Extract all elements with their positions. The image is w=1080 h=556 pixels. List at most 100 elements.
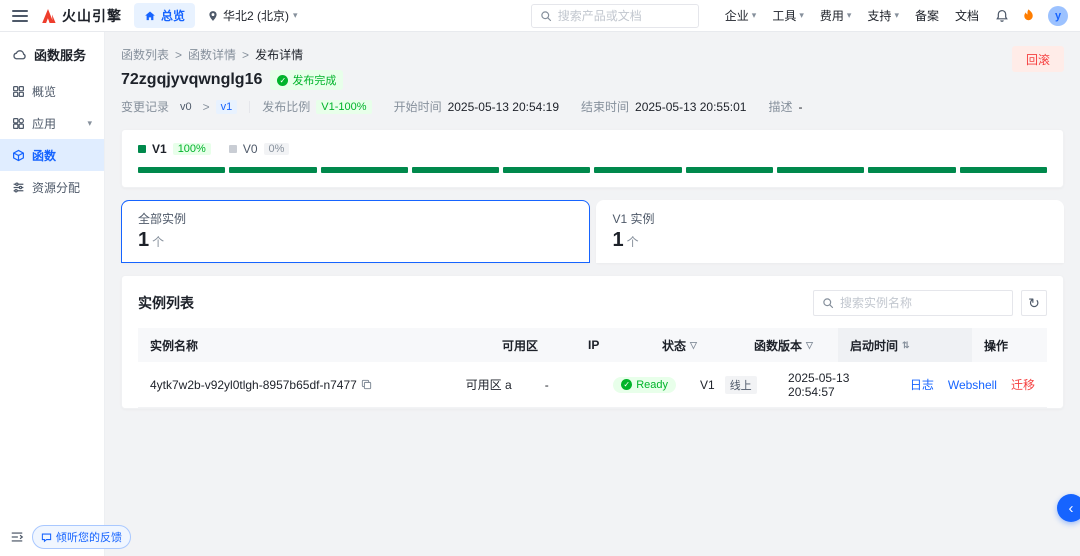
legend-v1-label: V1 bbox=[152, 142, 167, 156]
instance-name: 4ytk7w2b-v92yl0tlgh-8957b65df-n7477 bbox=[150, 377, 357, 392]
legend-v1-swatch bbox=[138, 145, 146, 153]
sidebar-item-functions[interactable]: 函数 bbox=[0, 139, 104, 171]
divider bbox=[249, 100, 251, 113]
filter-icon[interactable]: ▽ bbox=[690, 340, 697, 351]
webshell-link[interactable]: Webshell bbox=[948, 378, 997, 392]
column-actions: 操作 bbox=[984, 338, 1009, 353]
breadcrumb-function-list[interactable]: 函数列表 bbox=[121, 46, 169, 63]
instance-table: 实例名称 可用区 IP 状态 ▽ 函数版本 ▽ 启动时间 ⇅ 操作 4ytk7w… bbox=[138, 328, 1047, 408]
overview-icon bbox=[13, 85, 24, 97]
column-name: 实例名称 bbox=[150, 338, 199, 353]
tab-v1-instances-count: 1个 bbox=[613, 229, 1048, 252]
menu-beian-label: 备案 bbox=[914, 9, 939, 23]
legend-v0: V0 0% bbox=[228, 142, 290, 156]
cell-zone: 可用区 a bbox=[465, 378, 512, 392]
refresh-button[interactable]: ↻ bbox=[1021, 290, 1047, 316]
sidebar-item-overview[interactable]: 概览 bbox=[0, 75, 104, 107]
column-version[interactable]: 函数版本 ▽ bbox=[742, 337, 838, 354]
nav-overview[interactable]: 总览 bbox=[134, 3, 196, 28]
legend-v1-percent: 100% bbox=[172, 143, 211, 155]
rewards-icon[interactable] bbox=[1021, 8, 1036, 23]
tab-all-instances[interactable]: 全部实例 1个 bbox=[121, 200, 590, 263]
tab-v1-instances[interactable]: V1 实例 1个 bbox=[595, 200, 1064, 263]
breadcrumb-function-detail[interactable]: 函数详情 bbox=[188, 46, 236, 63]
cell-ip: - bbox=[544, 377, 549, 392]
filter-icon[interactable]: ▽ bbox=[806, 340, 813, 351]
instance-search-input[interactable] bbox=[840, 296, 1004, 310]
home-icon bbox=[144, 10, 156, 22]
brand[interactable]: 火山引擎 bbox=[40, 6, 122, 26]
title-row: 72zgqjyvqwnglg16 ✓ 发布完成 bbox=[121, 70, 1064, 90]
column-status-label: 状态 bbox=[662, 338, 687, 353]
end-time-value: 2025-05-13 20:55:01 bbox=[635, 99, 747, 114]
menu-support[interactable]: 支持 ▾ bbox=[867, 7, 899, 24]
sidebar: 函数服务 概览 应用 ▾ 函数 资源分配 倾听您的反馈 bbox=[0, 32, 131, 556]
main-content: 函数列表 > 函数详情 > 发布详情 72zgqjyvqwnglg16 ✓ 发布… bbox=[105, 32, 1080, 556]
progress-segment bbox=[229, 167, 317, 173]
status-badge: ✓ Ready bbox=[613, 376, 676, 393]
chevron-down-icon: ▾ bbox=[87, 117, 92, 128]
table-header: 实例名称 可用区 IP 状态 ▽ 函数版本 ▽ 启动时间 ⇅ 操作 bbox=[138, 328, 1047, 362]
count-unit: 个 bbox=[626, 235, 639, 249]
search-icon bbox=[822, 297, 834, 309]
apps-icon bbox=[13, 117, 24, 129]
menu-tools-label: 工具 bbox=[772, 9, 797, 23]
sort-icon[interactable]: ⇅ bbox=[902, 340, 910, 351]
progress-segment bbox=[868, 167, 956, 173]
change-record-label: 变更记录 bbox=[121, 100, 170, 114]
menu-beian[interactable]: 备案 bbox=[915, 7, 939, 24]
log-link[interactable]: 日志 bbox=[910, 376, 934, 393]
region-selector[interactable]: 华北2 (北京) ▾ bbox=[207, 7, 298, 24]
copy-icon[interactable] bbox=[361, 379, 372, 390]
menu-docs[interactable]: 文档 bbox=[955, 7, 979, 24]
global-search bbox=[530, 3, 699, 28]
sidebar-item-resources[interactable]: 资源分配 bbox=[0, 171, 104, 203]
instance-list-header: 实例列表 ↻ bbox=[138, 290, 1047, 316]
menu-enterprise[interactable]: 企业 ▾ bbox=[725, 7, 757, 24]
function-icon bbox=[13, 149, 24, 161]
check-icon: ✓ bbox=[277, 74, 289, 86]
column-ip: IP bbox=[588, 338, 600, 352]
chevron-down-icon: ▾ bbox=[799, 10, 804, 20]
sidebar-item-resources-label: 资源分配 bbox=[32, 180, 81, 195]
menu-tools[interactable]: 工具 ▾ bbox=[772, 7, 804, 24]
cell-actions: 日志 Webshell 迁移 bbox=[898, 376, 1047, 393]
menu-billing-label: 费用 bbox=[819, 9, 844, 23]
volcengine-logo-icon bbox=[40, 8, 56, 23]
progress-segment bbox=[777, 167, 865, 173]
bell-icon[interactable] bbox=[995, 9, 1009, 23]
menu-billing[interactable]: 费用 ▾ bbox=[820, 7, 852, 24]
global-search-input[interactable] bbox=[557, 8, 690, 23]
instance-tabs: 全部实例 1个 V1 实例 1个 bbox=[121, 200, 1064, 263]
breadcrumb: 函数列表 > 函数详情 > 发布详情 bbox=[121, 46, 1064, 63]
collapse-sidebar-icon[interactable] bbox=[10, 530, 24, 544]
rollback-button[interactable]: 回滚 bbox=[1011, 46, 1064, 72]
menu-icon[interactable] bbox=[12, 9, 28, 22]
sidebar-footer: 倾听您的反馈 bbox=[0, 518, 131, 556]
migrate-link[interactable]: 迁移 bbox=[1011, 376, 1035, 393]
column-start-time[interactable]: 启动时间 ⇅ bbox=[838, 328, 972, 362]
ratio-label: 发布比例 bbox=[262, 100, 311, 114]
feedback-button[interactable]: 倾听您的反馈 bbox=[32, 525, 131, 549]
collapse-panel-button[interactable]: ‹ bbox=[1057, 494, 1080, 522]
progress-segment bbox=[503, 167, 591, 173]
description-value: - bbox=[798, 99, 803, 114]
sidebar-item-apps[interactable]: 应用 ▾ bbox=[0, 107, 104, 139]
breadcrumb-release-detail: 发布详情 bbox=[255, 48, 304, 62]
avatar[interactable]: y bbox=[1048, 5, 1068, 26]
chevron-down-icon: ▾ bbox=[751, 10, 757, 20]
resource-allocation-icon bbox=[13, 182, 24, 192]
sidebar-title: 函数服务 bbox=[0, 32, 104, 75]
chat-icon bbox=[41, 533, 52, 542]
breadcrumb-separator: > bbox=[242, 47, 250, 62]
column-status[interactable]: 状态 ▽ bbox=[650, 337, 742, 354]
end-time-label: 结束时间 bbox=[581, 100, 630, 114]
release-status-label: 发布完成 bbox=[292, 75, 337, 87]
column-version-label: 函数版本 bbox=[754, 338, 803, 353]
version-from-tag: v0 bbox=[175, 99, 197, 114]
menu-support-label: 支持 bbox=[867, 9, 892, 23]
topbar-icons: y bbox=[995, 5, 1068, 26]
region-label: 华北2 (北京) bbox=[223, 9, 290, 23]
version-label: V1 bbox=[700, 377, 715, 392]
instance-list-title: 实例列表 bbox=[138, 295, 194, 311]
